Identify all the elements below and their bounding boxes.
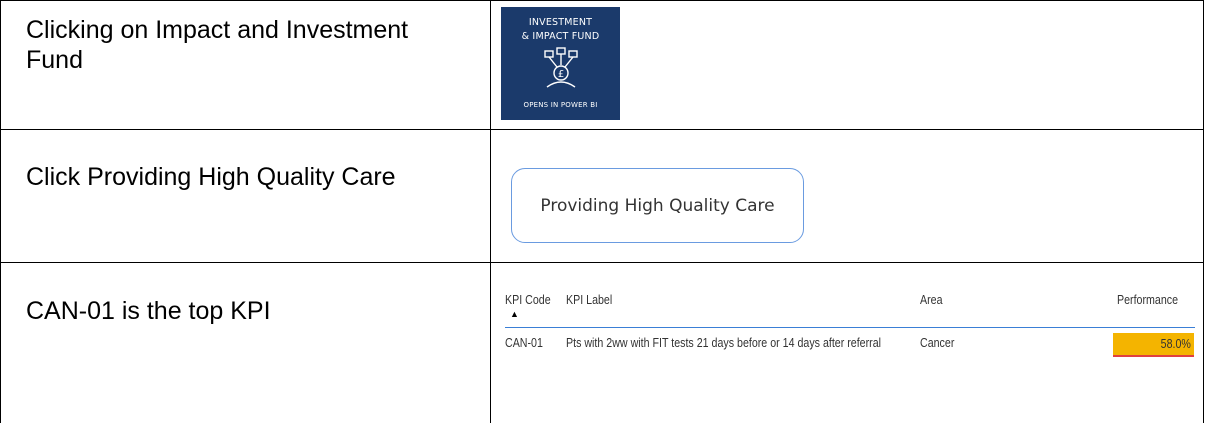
kpi-code-cell: CAN-01 [505, 335, 543, 350]
step-1-line-2: Fund [26, 46, 83, 74]
step-3-instruction: CAN-01 is the top KPI [26, 297, 271, 325]
sort-ascending-icon: ▲ [510, 309, 519, 319]
kpi-area-cell: Cancer [920, 335, 955, 350]
tile-title-line-1: INVESTMENT [528, 17, 593, 28]
kpi-table: KPI Code KPI Label Area Performance ▲ 58… [505, 292, 1200, 357]
table-column-divider [490, 0, 491, 423]
tile-footer: OPENS IN POWER BI [523, 101, 598, 109]
header-performance[interactable]: Performance [1117, 292, 1178, 307]
header-kpi-code[interactable]: KPI Code [505, 292, 551, 307]
table-border-right [1203, 0, 1204, 423]
header-divider [505, 327, 1195, 328]
table-border-top [0, 0, 1204, 1]
pound-network-icon: £ [544, 47, 578, 88]
table-row[interactable]: CAN-01 Pts with 2ww with FIT tests 21 da… [505, 335, 1200, 355]
svg-text:£: £ [558, 69, 564, 80]
header-kpi-label[interactable]: KPI Label [566, 292, 612, 307]
header-area[interactable]: Area [920, 292, 943, 307]
kpi-label-cell: Pts with 2ww with FIT tests 21 days befo… [566, 335, 882, 350]
step-1-line-1: Clicking on Impact and Investment [26, 16, 409, 44]
table-border-left [0, 0, 1, 423]
investment-impact-fund-tile[interactable]: INVESTMENT & IMPACT FUND £ OPENS IN POWE… [501, 7, 620, 120]
providing-high-quality-care-button[interactable]: Providing High Quality Care [511, 168, 804, 243]
tile-title-line-2: & IMPACT FUND [521, 31, 600, 42]
table-row-divider [0, 129, 1204, 130]
step-1-instruction: Clicking on Impact and Investment Fund [26, 15, 408, 75]
kpi-table-header: KPI Code KPI Label Area Performance [505, 292, 1200, 312]
table-row-divider [0, 262, 1204, 263]
performance-underline [1113, 355, 1194, 357]
step-2-instruction: Click Providing High Quality Care [26, 163, 396, 191]
